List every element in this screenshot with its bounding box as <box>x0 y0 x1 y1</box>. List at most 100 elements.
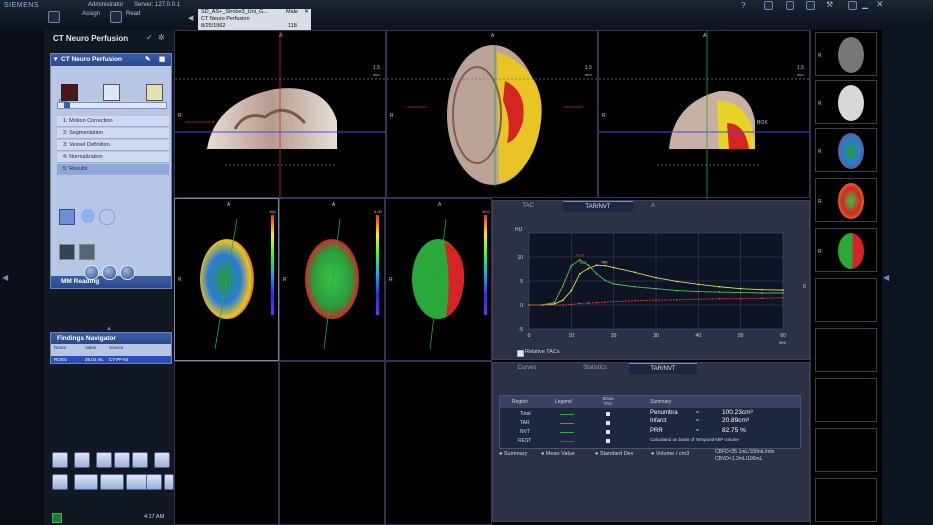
step-vessel-definition[interactable]: 3: Vessel Definition <box>57 140 169 151</box>
patient-tab[interactable]: SD_AS+_Strobe3_Uni_G... Male CT Neuro Pe… <box>198 9 311 30</box>
arrow-tool-icon[interactable] <box>100 474 124 490</box>
brain-outline-icon[interactable] <box>99 209 115 225</box>
viewport-map-3[interactable]: A R 10.0 <box>385 198 492 361</box>
layout-icon[interactable] <box>764 1 773 10</box>
thumbnail-empty-2[interactable] <box>815 328 877 372</box>
viewport-empty-2[interactable] <box>279 361 385 525</box>
tab-tac[interactable]: TAC <box>493 201 563 211</box>
tab-curves[interactable]: Curves <box>493 363 561 373</box>
roi-icon[interactable] <box>59 244 75 260</box>
window-level-icon[interactable] <box>96 452 112 468</box>
save-icon[interactable] <box>786 1 794 10</box>
stop-button[interactable] <box>120 265 135 280</box>
assign-icon[interactable] <box>48 11 60 23</box>
print-icon[interactable] <box>806 1 815 10</box>
read-icon[interactable] <box>110 11 122 23</box>
thumbnail-empty-5[interactable] <box>815 478 877 522</box>
annotate-icon[interactable] <box>74 474 98 490</box>
thumbnail-5[interactable]: R <box>815 228 877 272</box>
series-point-rest <box>633 271 636 274</box>
assign-button[interactable]: Assign <box>82 11 100 17</box>
measure-icon[interactable] <box>114 452 130 468</box>
option-summary[interactable]: ● Summary <box>499 451 527 457</box>
collapse-icon[interactable]: ▾ <box>54 55 57 63</box>
viewport-axial[interactable]: A R 1.5 mm <box>386 30 599 198</box>
brain-map-icon[interactable] <box>81 209 95 223</box>
legend-total <box>560 414 574 415</box>
report-icon[interactable] <box>79 244 95 260</box>
show-nvt-checkbox[interactable] <box>606 430 610 434</box>
help-icon[interactable]: ? <box>741 1 745 10</box>
undo-icon[interactable] <box>146 474 162 490</box>
workflow-panel: CT Neuro Perfusion ✓ ✲ ▾ CT Neuro Perfus… <box>44 30 175 525</box>
draw-tool-icon[interactable] <box>146 84 163 101</box>
step-motion-correction[interactable]: 1: Motion Correction <box>57 116 169 127</box>
patient-dob: 8/25/1962 <box>201 23 226 29</box>
sagittal-image <box>599 31 811 199</box>
export-icon[interactable] <box>154 452 170 468</box>
viewport-map-2[interactable]: A R 4.00 <box>279 198 385 361</box>
series-label-rest: REST <box>576 253 586 257</box>
redo-icon[interactable] <box>164 474 174 490</box>
step-segmentation[interactable]: 2: Segmentation <box>57 128 169 139</box>
thumbnail-1[interactable]: R <box>815 32 877 76</box>
tab-statistics[interactable]: Statistics <box>561 363 629 373</box>
minimize-icon[interactable]: ▁ <box>862 0 868 9</box>
show-total-checkbox[interactable] <box>606 412 610 416</box>
patient-sex: Male <box>286 9 298 15</box>
pan-tool-icon[interactable] <box>74 452 90 468</box>
viewport-empty-3[interactable] <box>385 361 492 525</box>
thumbnail-empty-4[interactable] <box>815 428 877 472</box>
collapse-arrow-icon[interactable]: ◀ <box>188 14 194 22</box>
close-app-icon[interactable]: ✕ <box>876 0 884 10</box>
segment-tool-icon[interactable] <box>103 84 120 101</box>
option-stddev[interactable]: ● Standard Dev <box>595 451 634 457</box>
step-normalization[interactable]: 4: Normalization <box>57 152 169 163</box>
expand-right-arrow-icon[interactable]: ◀ <box>883 273 889 282</box>
results-view-icon[interactable] <box>59 209 75 225</box>
thumbnail-empty-1[interactable] <box>815 278 877 322</box>
accept-button[interactable] <box>84 265 99 280</box>
infarct-eq: = <box>696 418 699 424</box>
settings-icon[interactable]: ✲ <box>158 33 165 42</box>
y-tick-label: 5 <box>520 279 523 285</box>
thumbnail-3[interactable]: R <box>815 128 877 172</box>
thumb-label: R <box>818 101 822 107</box>
zoom-tool-icon[interactable] <box>52 452 68 468</box>
relative-tacs-checkbox[interactable] <box>517 350 524 357</box>
window-icon[interactable] <box>848 1 857 10</box>
show-tar-checkbox[interactable] <box>606 421 610 425</box>
thumbnail-empty-3[interactable] <box>815 378 877 422</box>
summary-note: Calculated on basis of Temporal MIP volu… <box>650 437 739 442</box>
option-volume[interactable]: ● Volume / cm3 <box>651 451 689 457</box>
expand-left-arrow-icon[interactable]: ◀ <box>2 273 8 282</box>
thumb-label: R <box>818 249 822 255</box>
tools-icon[interactable]: ⚒ <box>826 0 833 9</box>
workflow-box: ▾ CT Neuro Perfusion ✎ ▦ DBs 1: Motion C… <box>50 53 172 289</box>
right-strip: ◀ <box>882 30 933 525</box>
option-mean[interactable]: ● Mean Value <box>541 451 575 457</box>
show-rest-checkbox[interactable] <box>606 439 610 443</box>
viewport-sagittal[interactable]: A R BOX 1.5 mm <box>598 30 811 199</box>
grid-icon[interactable]: ▦ <box>159 55 165 63</box>
viewport-empty-1[interactable] <box>174 361 279 525</box>
close-patient-icon[interactable]: ✕ <box>304 9 309 16</box>
viewport-coronal[interactable]: A R 1.5 mm <box>174 30 387 199</box>
series-point-rest <box>718 285 721 288</box>
thumbnail-2[interactable]: R <box>815 80 877 124</box>
layout-grid-icon[interactable] <box>132 452 148 468</box>
slab-slider[interactable] <box>57 102 167 109</box>
pin-icon[interactable]: ✓ <box>146 33 153 42</box>
tab-tar-nvt-stats[interactable]: TAR/NVT <box>629 363 697 374</box>
viewport-map-1[interactable]: A R 100 <box>174 198 279 361</box>
findings-row[interactable]: ROI01 39.02 mL CT-PF-NI <box>51 356 171 363</box>
legend-tar <box>560 423 574 424</box>
rotate-icon[interactable] <box>52 474 68 490</box>
confirm-button[interactable] <box>102 265 117 280</box>
series-point-tar <box>570 303 573 306</box>
thumbnail-4[interactable]: R <box>815 178 877 222</box>
step-results[interactable]: 5: Results <box>57 164 169 175</box>
read-button[interactable]: Read <box>126 11 140 17</box>
tab-a[interactable]: A <box>633 201 673 211</box>
tools-small-icon[interactable]: ✎ <box>145 55 150 63</box>
